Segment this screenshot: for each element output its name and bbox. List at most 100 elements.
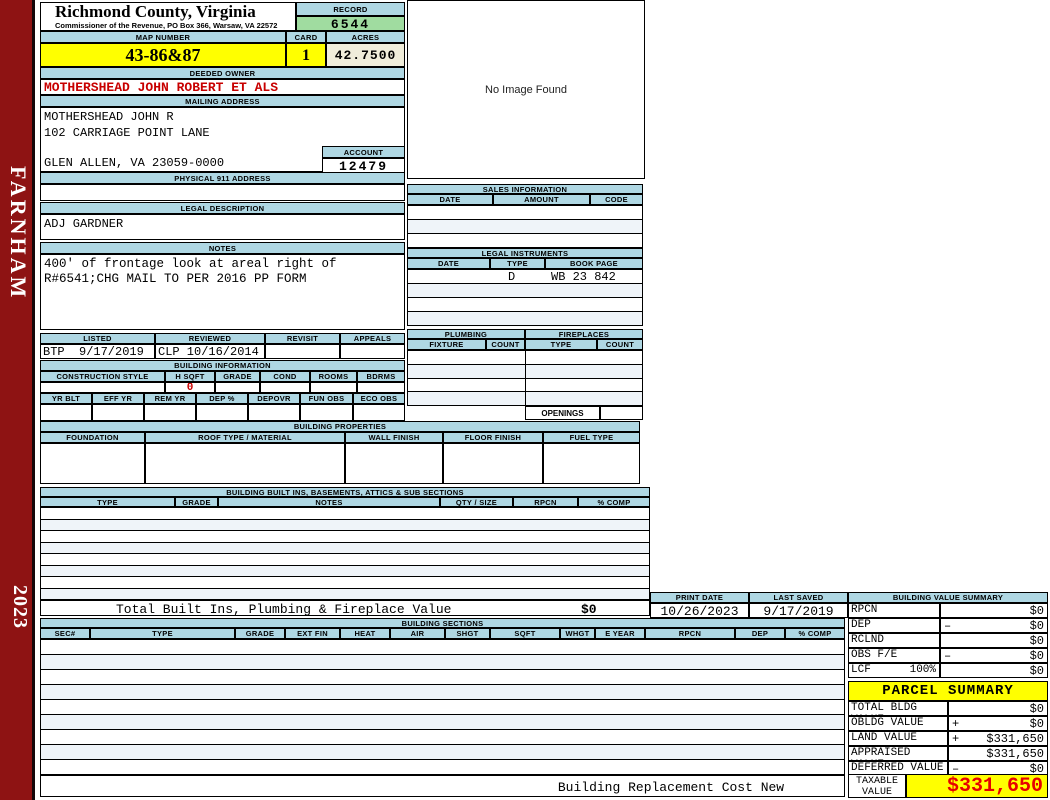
fixture-label: FIXTURE: [407, 339, 486, 350]
fireplace-type-label: TYPE: [525, 339, 597, 350]
funobs-label: FUN OBS: [300, 393, 353, 404]
table-row: [408, 378, 642, 393]
fireplace-count-label: COUNT: [597, 339, 643, 350]
built-ins-table: [40, 507, 650, 600]
table-row: [41, 730, 844, 745]
table-row: [41, 554, 649, 566]
rooms-value: [310, 382, 357, 393]
bvs-row-value: – $0: [940, 648, 1048, 663]
notes-line-2: R#6541;CHG MAIL TO PER 2016 PP FORM: [44, 272, 307, 286]
mailing-address-label: MAILING ADDRESS: [40, 95, 405, 107]
account-label: ACCOUNT: [322, 146, 405, 158]
ps-row-label: APPRAISED VALUE: [848, 746, 948, 761]
bvs-row-label: OBS F/E: [848, 648, 940, 663]
acres-value: 42.7500: [326, 43, 405, 67]
card-value: 1: [286, 43, 326, 67]
fireplace-cell: [526, 365, 643, 378]
ps-amount: $0: [1029, 717, 1044, 731]
bvs-amount: $0: [1029, 604, 1044, 618]
table-row: [41, 640, 844, 655]
plumbing-cell: [408, 378, 526, 392]
bvs-pct: [936, 604, 939, 617]
bs-eyear-label: E YEAR: [595, 628, 645, 639]
table-row: [408, 206, 642, 220]
ecoobs-value: [353, 404, 405, 421]
ps-row-label: OBLDG VALUE: [848, 716, 948, 731]
ps-row-label: LAND VALUE: [848, 731, 948, 746]
hsqft-label: H SQFT: [165, 371, 215, 382]
tax-year-vertical: 2023: [9, 585, 31, 629]
bs-air-label: AIR: [390, 628, 445, 639]
bvs-pct: [936, 649, 939, 662]
table-row: D WB 23 842: [408, 270, 642, 284]
builtins-rpcn-label: RPCN: [513, 497, 578, 507]
print-date-value: 10/26/2023: [650, 603, 749, 618]
rooms-label: ROOMS: [310, 371, 357, 382]
bvs-amount: $0: [1029, 619, 1044, 633]
reviewed-label: REVIEWED: [155, 333, 265, 344]
bvs-name: RCLND: [851, 634, 885, 646]
bs-comp-label: % COMP: [785, 628, 845, 639]
last-saved-value: 9/17/2019: [749, 603, 848, 618]
record-value: 6544: [296, 16, 405, 31]
built-ins-label: BUILDING BUILT INS, BASEMENTS, ATTICS & …: [40, 487, 650, 497]
bvs-name: DEP: [851, 619, 871, 631]
bs-shgt-label: SHGT: [445, 628, 490, 639]
depovr-value: [248, 404, 300, 421]
legal-description-value: ADJ GARDNER: [40, 214, 405, 240]
bdrms-label: BDRMS: [357, 371, 405, 382]
table-row: [41, 760, 844, 774]
ps-row-value: + $331,650: [948, 731, 1048, 746]
table-row: [41, 519, 649, 531]
fireplace-cell: [526, 351, 643, 364]
roof-type-value: [145, 443, 345, 484]
builtins-grade-label: GRADE: [175, 497, 218, 507]
depovr-label: DEPOVR: [248, 393, 300, 404]
foundation-value: [40, 443, 145, 484]
print-date-label: PRINT DATE: [650, 592, 749, 603]
yrblt-value: [40, 404, 92, 421]
building-value-summary-table: RPCN $0 DEP – $0 RCLND $0 OBS F/E – $0 LCF…: [848, 603, 1048, 678]
bvs-name: RPCN: [851, 604, 878, 616]
bs-type-label: TYPE: [90, 628, 235, 639]
effyr-label: EFF YR: [92, 393, 144, 404]
no-image-text: No Image Found: [485, 83, 567, 96]
table-row: [41, 655, 844, 670]
li-row-type: D: [508, 270, 516, 284]
ecoobs-label: ECO OBS: [353, 393, 405, 404]
bvs-row-label: DEP: [848, 618, 940, 633]
plumbing-label: PLUMBING: [407, 329, 525, 339]
physical-address-label: PHYSICAL 911 ADDRESS: [40, 172, 405, 184]
built-ins-total-value: $0: [581, 602, 597, 616]
table-row: [41, 531, 649, 543]
table-row: [41, 700, 844, 715]
sales-date-label: DATE: [407, 194, 493, 205]
yrblt-label: YR BLT: [40, 393, 92, 404]
builtins-comp-label: % COMP: [578, 497, 650, 507]
plumbing-count-label: COUNT: [486, 339, 525, 350]
county-title: Richmond County, Virginia: [55, 2, 256, 21]
bvs-op: –: [944, 649, 952, 663]
li-type-label: TYPE: [490, 258, 545, 269]
county-header: Richmond County, Virginia Commissioner o…: [40, 2, 296, 31]
table-row: [408, 364, 643, 379]
ps-row-value: $0: [948, 701, 1048, 716]
remyr-value: [144, 404, 196, 421]
table-row: [41, 565, 649, 577]
plumbing-cell: [408, 351, 526, 364]
table-row: [41, 715, 844, 730]
openings-value: [600, 406, 643, 420]
reviewed-value: CLP 10/16/2014: [155, 344, 265, 359]
table-row: [408, 284, 642, 298]
sales-amount-label: AMOUNT: [493, 194, 590, 205]
record-label: RECORD: [296, 2, 405, 16]
listed-label: LISTED: [40, 333, 155, 344]
map-number-value: 43-86&87: [40, 43, 286, 67]
district-sidebar: FARNHAM 2023: [0, 0, 35, 800]
legal-instruments-table: D WB 23 842: [407, 269, 643, 326]
bvs-name: OBS F/E: [851, 649, 898, 661]
mailing-line-2: 102 CARRIAGE POINT LANE: [44, 126, 210, 140]
notes-line-1: 400' of frontage look at areal right of: [44, 257, 337, 271]
plumbing-cell: [408, 392, 526, 405]
fuel-type-value: [543, 443, 640, 484]
